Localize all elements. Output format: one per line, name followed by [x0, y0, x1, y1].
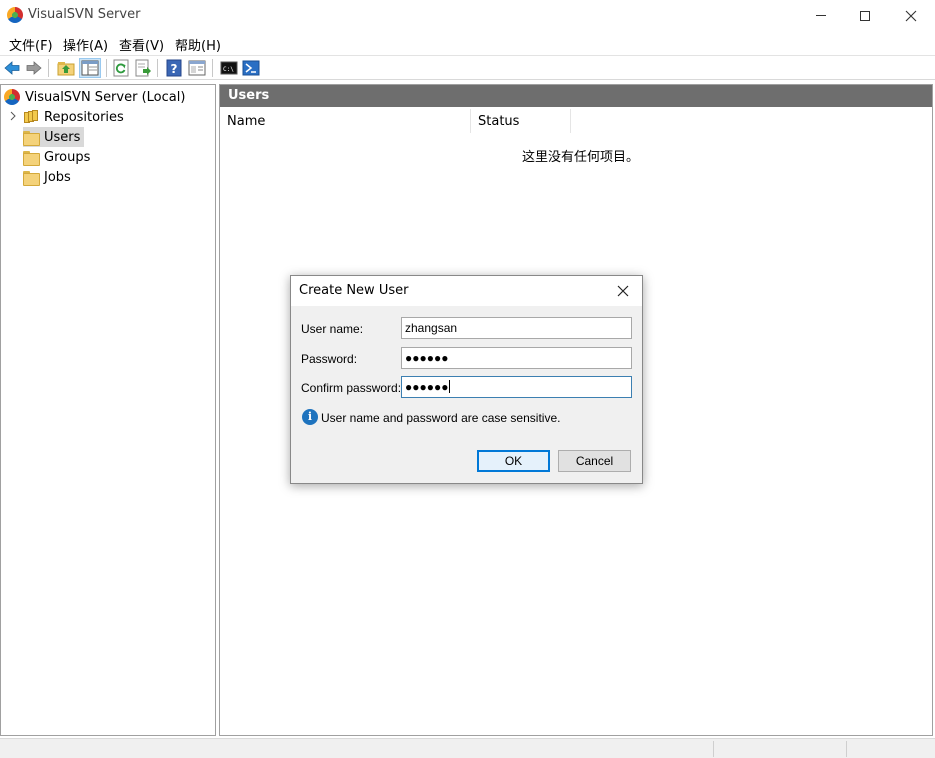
case-sensitive-note: User name and password are case sensitiv…	[321, 411, 561, 425]
folder-icon	[23, 150, 40, 166]
empty-list-message: 这里没有任何项目。	[522, 150, 640, 165]
password-field[interactable]: ●●●●●●	[401, 347, 632, 369]
visualsvn-server-icon	[4, 89, 20, 105]
tree-root-label: VisualSVN Server (Local)	[25, 89, 186, 105]
menu-view[interactable]: 查看(V)	[119, 35, 164, 54]
tree-item-label: Groups	[44, 149, 91, 165]
svg-text:C:\: C:\	[223, 66, 234, 73]
text-caret	[448, 380, 450, 393]
column-header-name[interactable]: Name	[220, 109, 471, 133]
username-label: User name:	[301, 322, 364, 336]
cancel-button[interactable]: Cancel	[558, 450, 631, 472]
powershell-icon[interactable]	[242, 59, 260, 77]
minimize-button[interactable]	[798, 0, 844, 31]
folder-icon	[23, 170, 40, 186]
back-arrow-icon[interactable]	[3, 59, 21, 77]
minimize-icon	[816, 15, 826, 16]
toolbar-separator	[106, 59, 107, 77]
info-icon: i	[302, 409, 318, 425]
toolbar: ? C:\	[0, 55, 935, 80]
svg-text:?: ?	[171, 62, 178, 76]
menu-file[interactable]: 文件(F)	[9, 35, 53, 54]
forward-arrow-icon[interactable]	[25, 59, 43, 77]
pane-header-title: Users	[220, 85, 932, 107]
window-title: VisualSVN Server	[28, 7, 141, 22]
toolbar-separator	[212, 59, 213, 77]
tree-root-visualsvn[interactable]: VisualSVN Server (Local)	[4, 87, 185, 107]
tree-item-repositories[interactable]: Repositories	[23, 107, 124, 127]
help-icon[interactable]: ?	[165, 59, 183, 77]
confirm-password-value: ●●●●●●	[405, 380, 449, 394]
confirm-password-label: Confirm password:	[301, 381, 402, 395]
refresh-icon[interactable]	[112, 59, 130, 77]
status-divider	[846, 741, 847, 757]
show-hide-tree-button[interactable]	[79, 58, 101, 78]
visualsvn-app-icon	[7, 7, 23, 23]
up-folder-icon[interactable]	[57, 59, 75, 77]
close-icon	[617, 285, 629, 297]
tree-item-label: Jobs	[44, 169, 71, 185]
menu-bar: 文件(F) 操作(A) 查看(V) 帮助(H)	[0, 31, 935, 54]
column-header-status[interactable]: Status	[471, 109, 571, 133]
close-icon	[905, 10, 917, 21]
dialog-close-button[interactable]	[613, 281, 633, 301]
dialog-title: Create New User	[299, 283, 409, 298]
status-divider	[713, 741, 714, 757]
close-button[interactable]	[888, 0, 934, 31]
confirm-password-field[interactable]: ●●●●●●	[401, 376, 632, 398]
column-headers: Name Status	[220, 109, 932, 133]
maximize-icon	[860, 10, 870, 21]
tree-item-jobs[interactable]: Jobs	[23, 167, 71, 187]
toolbar-separator	[48, 59, 49, 77]
chevron-right-icon[interactable]	[9, 111, 17, 121]
repositories-icon	[23, 110, 39, 124]
console-icon[interactable]: C:\	[220, 59, 238, 77]
username-field[interactable]: zhangsan	[401, 317, 632, 339]
tree-item-label: Users	[44, 129, 81, 145]
password-label: Password:	[301, 352, 358, 366]
status-bar	[0, 738, 935, 758]
tree-pane: VisualSVN Server (Local) Repositories Us…	[0, 84, 216, 736]
toolbar-separator	[157, 59, 158, 77]
create-user-dialog: Create New User User name: zhangsan Pass…	[290, 275, 643, 484]
maximize-button[interactable]	[842, 0, 888, 31]
tree-item-label: Repositories	[44, 109, 124, 125]
ok-button[interactable]: OK	[477, 450, 550, 472]
tree-item-groups[interactable]: Groups	[23, 147, 90, 167]
menu-help[interactable]: 帮助(H)	[175, 35, 221, 54]
menu-action[interactable]: 操作(A)	[63, 35, 108, 54]
export-icon[interactable]	[134, 59, 152, 77]
properties-icon[interactable]	[188, 59, 206, 77]
title-bar: VisualSVN Server	[0, 0, 935, 31]
tree-item-users[interactable]: Users	[23, 127, 85, 147]
show-hide-tree-icon	[81, 60, 99, 76]
dialog-title-bar: Create New User	[291, 276, 642, 306]
folder-icon	[23, 130, 40, 146]
